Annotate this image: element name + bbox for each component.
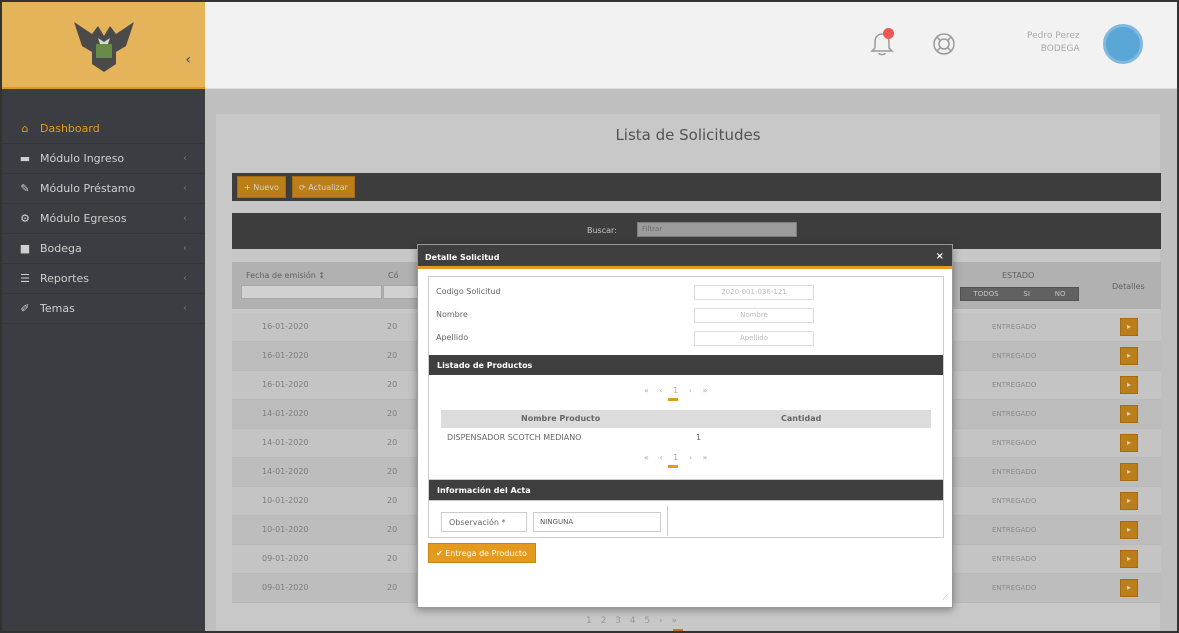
sidebar-item-dashboard[interactable]: ⌂ Dashboard bbox=[2, 114, 205, 144]
active-page-marker bbox=[668, 398, 678, 401]
pencil-icon: ✎ bbox=[20, 182, 30, 195]
modal-title: Detalle Solicitud bbox=[425, 253, 500, 262]
user-info[interactable]: Pedro Perez BODEGA bbox=[1027, 30, 1080, 56]
lifebuoy-help-icon[interactable] bbox=[929, 27, 959, 61]
codigo-field[interactable]: 2020-001-036-121 bbox=[694, 285, 814, 300]
notification-badge bbox=[883, 28, 894, 39]
productos-table-header: Nombre Producto Cantidad bbox=[441, 410, 931, 428]
acta-section-header: Información del Acta bbox=[429, 480, 943, 500]
truck-icon: ▬ bbox=[19, 152, 31, 165]
sidebar-item-temas[interactable]: ✐ Temas ‹ bbox=[2, 294, 205, 324]
nombre-field[interactable]: Nombre bbox=[694, 308, 814, 323]
chevron-left-icon: ‹ bbox=[183, 153, 187, 164]
building-icon: ■ bbox=[19, 242, 31, 255]
apellido-field[interactable]: Apellido bbox=[694, 331, 814, 346]
logo-area: ‹ bbox=[2, 2, 205, 89]
sidebar-menu: ⌂ Dashboard ▬ Módulo Ingreso ‹ ✎ Módulo … bbox=[2, 114, 205, 324]
chevron-left-icon: ‹ bbox=[183, 243, 187, 254]
check-icon: ✔ bbox=[436, 549, 446, 558]
close-icon[interactable]: × bbox=[936, 251, 944, 262]
detalle-solicitud-modal: Detalle Solicitud × Codigo Solicitud 202… bbox=[417, 244, 953, 608]
pagination-pages[interactable]: « ‹ 1 › » bbox=[644, 453, 711, 462]
observacion-input[interactable]: NINGUNA bbox=[533, 512, 661, 532]
sidebar-item-label: Módulo Préstamo bbox=[40, 182, 136, 195]
observacion-label: Observación * bbox=[441, 512, 527, 532]
sidebar-item-label: Módulo Egresos bbox=[40, 212, 127, 225]
chevron-left-icon: ‹ bbox=[183, 303, 187, 314]
codigo-label: Codigo Solicitud bbox=[436, 287, 501, 296]
apellido-label: Apellido bbox=[436, 333, 469, 342]
chevron-left-icon: ‹ bbox=[183, 213, 187, 224]
sidebar-item-label: Módulo Ingreso bbox=[40, 152, 125, 165]
chevron-left-icon: ‹ bbox=[183, 273, 187, 284]
sidebar-item-label: Temas bbox=[40, 302, 75, 315]
active-page-marker bbox=[668, 465, 678, 468]
user-role: BODEGA bbox=[1040, 44, 1080, 54]
cell-cantidad: 1 bbox=[696, 433, 702, 442]
productos-pagination-top[interactable]: « ‹ 1 › » bbox=[644, 386, 711, 401]
column-header-nombre-producto: Nombre Producto bbox=[521, 414, 601, 423]
home-icon: ⌂ bbox=[21, 122, 29, 135]
entrega-producto-button[interactable]: ✔ Entrega de Producto bbox=[428, 543, 536, 563]
avatar[interactable] bbox=[1103, 24, 1143, 64]
topbar: Pedro Perez BODEGA bbox=[205, 2, 1177, 89]
cell-nombre-producto: DISPENSADOR SCOTCH MEDIANO bbox=[447, 433, 582, 442]
sidebar-item-label: Dashboard bbox=[40, 122, 100, 135]
divider bbox=[667, 506, 668, 536]
productos-pagination-bottom[interactable]: « ‹ 1 › » bbox=[644, 453, 711, 468]
sidebar-item-modulo-prestamo[interactable]: ✎ Módulo Préstamo ‹ bbox=[2, 174, 205, 204]
nombre-label: Nombre bbox=[436, 310, 468, 319]
solicitud-details: Codigo Solicitud 2020-001-036-121 Nombre… bbox=[428, 276, 944, 501]
app-window: ‹ ⌂ Dashboard ▬ Módulo Ingreso ‹ ✎ Módul… bbox=[0, 0, 1179, 633]
user-name: Pedro Perez bbox=[1027, 31, 1080, 41]
acta-section: Información del Acta Observación * NINGU… bbox=[428, 479, 944, 538]
sidebar-item-modulo-egresos[interactable]: ⚙ Módulo Egresos ‹ bbox=[2, 204, 205, 234]
list-icon: ☰ bbox=[20, 272, 30, 285]
notifications-bell-icon[interactable] bbox=[867, 27, 897, 61]
brush-icon: ✐ bbox=[20, 302, 30, 315]
pagination-pages[interactable]: « ‹ 1 › » bbox=[644, 386, 711, 395]
resize-handle-icon[interactable]: ⟋ bbox=[942, 593, 948, 603]
sidebar-item-reportes[interactable]: ☰ Reportes ‹ bbox=[2, 264, 205, 294]
sidebar-item-label: Bodega bbox=[40, 242, 82, 255]
sidebar-item-bodega[interactable]: ■ Bodega ‹ bbox=[2, 234, 205, 264]
eagle-logo-icon bbox=[74, 22, 134, 72]
table-row: DISPENSADOR SCOTCH MEDIANO 1 bbox=[441, 431, 931, 445]
column-header-cantidad: Cantidad bbox=[781, 414, 822, 423]
productos-section-header: Listado de Productos bbox=[429, 355, 943, 375]
chevron-left-icon: ‹ bbox=[183, 183, 187, 194]
sidebar-item-label: Reportes bbox=[40, 272, 89, 285]
modal-header: Detalle Solicitud × bbox=[418, 245, 952, 269]
sidebar-item-modulo-ingreso[interactable]: ▬ Módulo Ingreso ‹ bbox=[2, 144, 205, 174]
collapse-sidebar-icon[interactable]: ‹ bbox=[185, 52, 191, 68]
sidebar: ‹ ⌂ Dashboard ▬ Módulo Ingreso ‹ ✎ Módul… bbox=[2, 2, 205, 631]
gear-icon: ⚙ bbox=[20, 212, 30, 225]
